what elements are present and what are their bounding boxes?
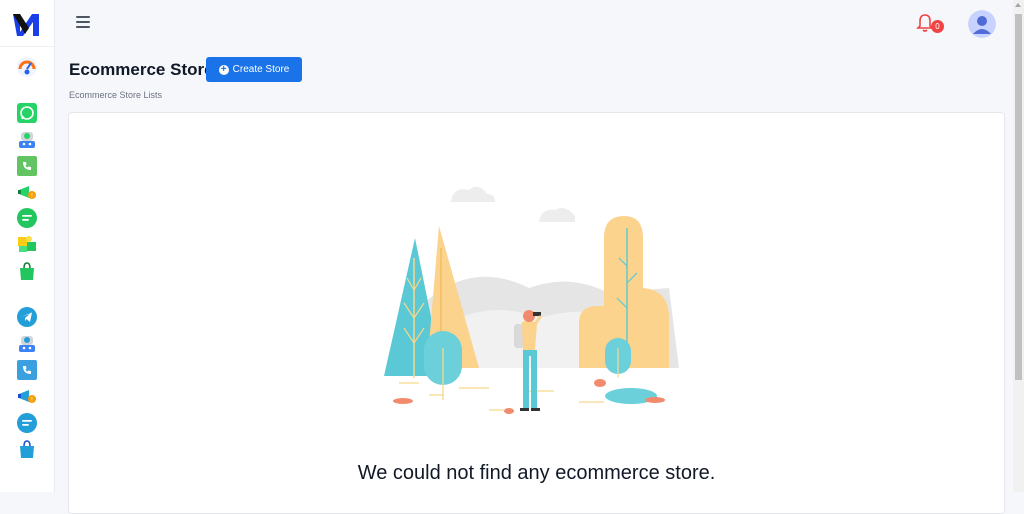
sidebar: ! ! — [0, 0, 55, 492]
whatsapp-icon[interactable] — [16, 102, 38, 124]
scroll-up-icon[interactable] — [1015, 3, 1021, 7]
notification-badge: 0 — [931, 20, 944, 33]
whatsapp-shop-icon[interactable] — [16, 260, 38, 282]
empty-state-illustration — [384, 186, 679, 414]
telegram-shop-icon[interactable] — [16, 438, 38, 460]
whatsapp-puzzle-icon[interactable] — [16, 233, 38, 255]
dashboard-icon[interactable] — [16, 56, 38, 78]
create-store-button[interactable]: + Create Store — [206, 57, 302, 82]
scroll-thumb[interactable] — [1015, 14, 1022, 380]
telegram-chat-icon[interactable] — [16, 412, 38, 434]
avatar[interactable] — [968, 10, 996, 38]
content-card: We could not find any ecommerce store. — [68, 112, 1005, 514]
create-store-label: Create Store — [232, 64, 290, 75]
page-scrollbar[interactable] — [1013, 0, 1024, 492]
whatsapp-broadcast-icon[interactable]: ! — [16, 181, 38, 203]
telegram-call-icon[interactable] — [16, 359, 38, 381]
whatsapp-chat-icon[interactable] — [16, 207, 38, 229]
telegram-icon[interactable] — [16, 306, 38, 328]
empty-state-message: We could not find any ecommerce store. — [357, 462, 716, 484]
whatsapp-call-icon[interactable] — [16, 155, 38, 177]
telegram-bot-icon[interactable] — [16, 333, 38, 355]
plus-circle-icon: + — [218, 64, 229, 75]
whatsapp-bot-icon[interactable] — [16, 129, 38, 151]
logo[interactable] — [11, 10, 41, 40]
page-subtitle: Ecommerce Store Lists — [69, 90, 163, 100]
menu-toggle-icon[interactable] — [76, 16, 90, 30]
topbar: 0 — [55, 0, 1013, 48]
page-title: Ecommerce Store — [69, 60, 214, 79]
sidebar-divider — [0, 46, 54, 47]
telegram-broadcast-icon[interactable]: ! — [16, 385, 38, 407]
